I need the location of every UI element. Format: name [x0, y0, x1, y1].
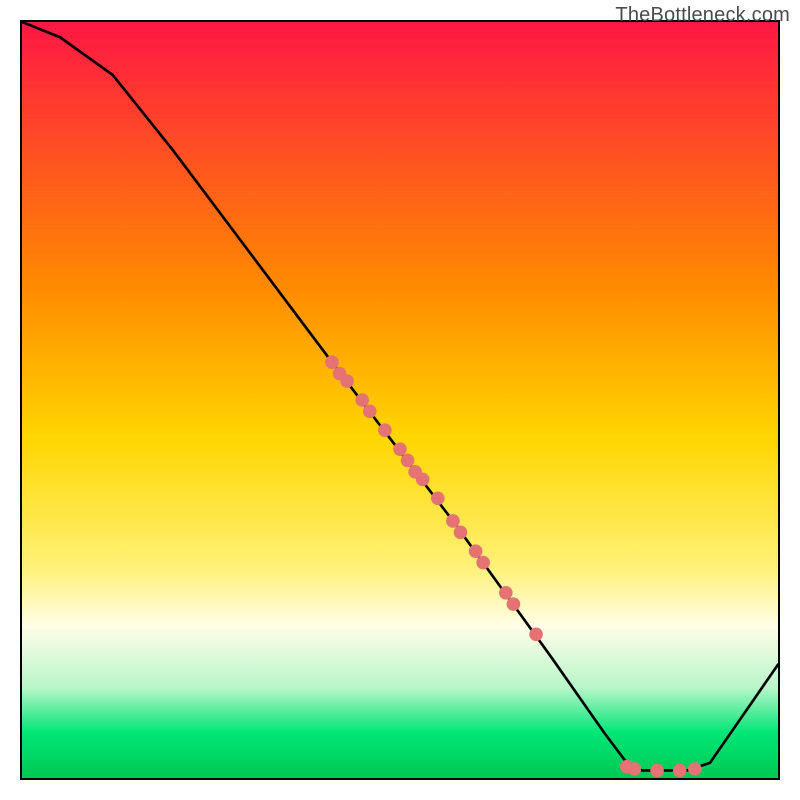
data-point	[673, 764, 687, 778]
data-point	[529, 628, 543, 642]
data-point	[393, 442, 407, 456]
plot-area	[20, 20, 780, 780]
data-point	[431, 491, 445, 505]
data-point	[416, 473, 430, 487]
data-point	[499, 586, 513, 600]
data-point	[507, 597, 521, 611]
data-point	[469, 544, 483, 558]
data-point	[650, 764, 664, 778]
watermark-text: TheBottleneck.com	[615, 4, 790, 27]
data-point	[340, 374, 354, 388]
data-point	[325, 355, 339, 369]
data-point	[378, 423, 392, 437]
data-point	[363, 405, 377, 419]
data-point	[628, 762, 642, 776]
data-point	[476, 556, 490, 570]
bottleneck-curve	[22, 22, 778, 770]
curve-layer	[22, 22, 778, 778]
data-point	[454, 525, 468, 539]
data-marks	[325, 355, 701, 777]
data-point	[446, 514, 460, 528]
data-point	[688, 762, 702, 776]
bottleneck-chart: TheBottleneck.com	[0, 0, 800, 800]
data-point	[355, 393, 369, 407]
data-point	[401, 454, 415, 468]
